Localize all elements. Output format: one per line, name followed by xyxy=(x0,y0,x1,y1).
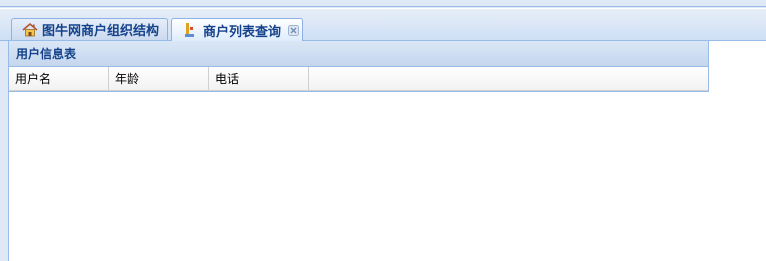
column-header-phone[interactable]: 电话 xyxy=(209,67,309,90)
panel-title: 用户信息表 xyxy=(9,41,708,67)
tab-strip: 图牛网商户组织结构 商户列表查询 xyxy=(0,8,766,41)
user-grid-panel: 用户信息表 用户名 年龄 电话 xyxy=(9,41,709,92)
app-window: 图牛网商户组织结构 商户列表查询 用户信息表 用户名 年龄 电话 xyxy=(0,0,766,261)
close-icon[interactable] xyxy=(288,24,300,36)
tab-merchant-list[interactable]: 商户列表查询 xyxy=(171,18,303,41)
left-gutter xyxy=(0,41,8,261)
grid-header-row: 用户名 年龄 电话 xyxy=(9,67,708,91)
grid-tree-icon xyxy=(181,22,197,38)
column-header-filler xyxy=(309,67,708,90)
column-header-age[interactable]: 年龄 xyxy=(109,67,209,90)
column-header-username[interactable]: 用户名 xyxy=(9,67,109,90)
top-strip xyxy=(0,0,766,7)
tab-merchant-org[interactable]: 图牛网商户组织结构 xyxy=(11,18,168,40)
tab-label: 商户列表查询 xyxy=(203,24,282,40)
home-icon xyxy=(22,22,38,38)
tab-label: 图牛网商户组织结构 xyxy=(42,24,160,39)
